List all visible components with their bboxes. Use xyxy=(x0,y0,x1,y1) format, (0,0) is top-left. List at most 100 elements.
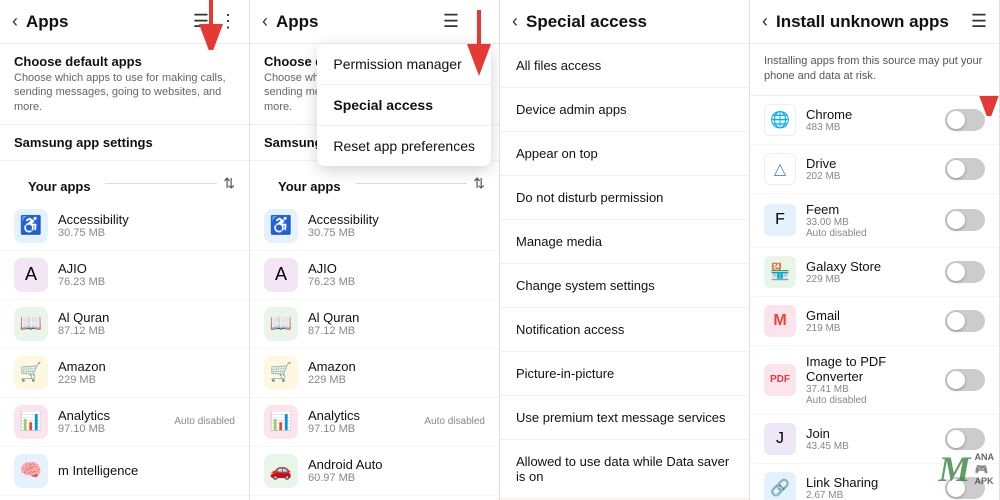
list-item[interactable]: △ Drive 202 MB xyxy=(750,145,999,194)
app-size: 229 MB xyxy=(58,374,235,386)
app-name: Analytics xyxy=(58,408,174,423)
divider-line2 xyxy=(355,183,468,184)
app-info: Gmail 219 MB xyxy=(806,308,945,334)
choose-default-title: Choose default apps xyxy=(14,54,235,69)
analytics-icon2: 📊 xyxy=(264,405,298,439)
app-name: Galaxy Store xyxy=(806,259,945,274)
chrome-toggle[interactable] xyxy=(945,109,985,131)
app-name: AJIO xyxy=(58,261,235,276)
panel2-back-button[interactable]: ‹ xyxy=(262,11,268,32)
list-item[interactable]: A AJIO 76.23 MB xyxy=(0,251,249,300)
list-item[interactable]: F Feem 33.00 MB Auto disabled xyxy=(750,194,999,248)
amazon-icon2: 🛒 xyxy=(264,356,298,390)
reset-app-prefs-item[interactable]: Reset app preferences xyxy=(317,126,491,166)
panel1-sort-icon[interactable]: ☰ xyxy=(193,11,209,32)
manage-media-item[interactable]: Manage media xyxy=(500,220,749,264)
app-info: Link Sharing 2.67 MB xyxy=(806,475,945,500)
choose-default-section[interactable]: Choose default apps Choose which apps to… xyxy=(0,44,249,125)
data-saver-item[interactable]: Allowed to use data while Data saver is … xyxy=(500,440,749,499)
list-item[interactable]: 🤖 Android System Intelligence 116 MB xyxy=(250,496,499,500)
change-system-settings-item[interactable]: Change system settings xyxy=(500,264,749,308)
app-info: Image to PDF Converter 37.41 MB Auto dis… xyxy=(806,354,945,406)
app-name: AJIO xyxy=(308,261,485,276)
premium-sms-item[interactable]: Use premium text message services xyxy=(500,396,749,440)
list-item[interactable]: 🛒 Amazon 229 MB xyxy=(250,349,499,398)
panel1-more-icon[interactable]: ⋮ xyxy=(219,11,237,32)
list-item[interactable]: 🌐 Chrome 483 MB xyxy=(750,96,999,145)
list-item[interactable]: 📊 Analytics 97.10 MB Auto disabled xyxy=(250,398,499,447)
panel2-more-icon[interactable]: ⋮ xyxy=(469,11,487,32)
panel4-search-icon[interactable]: ☰ xyxy=(971,11,987,32)
app-size: 76.23 MB xyxy=(58,276,235,288)
accessibility-icon: ♿ xyxy=(14,209,48,243)
app-size: 60.97 MB xyxy=(308,472,485,484)
panel2-title: Apps xyxy=(276,12,443,32)
all-files-access-item[interactable]: All files access xyxy=(500,44,749,88)
panel1-content: Choose default apps Choose which apps to… xyxy=(0,44,249,500)
app-name: Drive xyxy=(806,156,945,171)
app-name: Feem xyxy=(806,202,945,217)
apps-dropdown-menu: Permission manager Special access Reset … xyxy=(317,44,491,166)
drive-toggle[interactable] xyxy=(945,158,985,180)
list-item[interactable]: 🛒 Amazon 229 MB xyxy=(0,349,249,398)
join-toggle[interactable] xyxy=(945,428,985,450)
list-item[interactable]: 📖 Al Quran 87.12 MB xyxy=(0,300,249,349)
app-info: AJIO 76.23 MB xyxy=(58,261,235,288)
panel3-title: Special access xyxy=(526,12,737,32)
list-item[interactable]: ♿ Accessibility 30.75 MB xyxy=(0,202,249,251)
list-item[interactable]: M Gmail 219 MB xyxy=(750,297,999,346)
app-size: 483 MB xyxy=(806,122,945,133)
list-item[interactable]: 🔗 Link Sharing 2.67 MB xyxy=(750,464,999,500)
feem-toggle[interactable] xyxy=(945,209,985,231)
feem-icon: F xyxy=(764,204,796,236)
install-header-description: Installing apps from this source may put… xyxy=(750,44,999,96)
permission-manager-item[interactable]: Permission manager xyxy=(317,44,491,85)
list-item[interactable]: 🚗 Android Auto 60.97 MB xyxy=(250,447,499,496)
app-name: Accessibility xyxy=(58,212,235,227)
list-item[interactable]: ♿ Accessibility 30.75 MB xyxy=(250,202,499,251)
your-apps-label: Your apps xyxy=(14,169,105,198)
panel4-back-button[interactable]: ‹ xyxy=(762,11,768,32)
auto-disabled-badge: Auto disabled xyxy=(174,416,235,427)
list-item[interactable]: 🌐 Android System WebView xyxy=(0,496,249,500)
app-size: 229 MB xyxy=(806,274,945,285)
app-size: 43.45 MB xyxy=(806,441,945,452)
list-item[interactable]: A AJIO 76.23 MB xyxy=(250,251,499,300)
divider-line xyxy=(105,183,218,184)
app-info: m Intelligence xyxy=(58,463,235,478)
samsung-settings-section[interactable]: Samsung app settings xyxy=(0,125,249,161)
apps-list-1: ♿ Accessibility 30.75 MB A AJIO 76.23 MB… xyxy=(0,202,249,500)
app-info: Accessibility 30.75 MB xyxy=(308,212,485,239)
appear-on-top-item[interactable]: Appear on top xyxy=(500,132,749,176)
gmail-toggle[interactable] xyxy=(945,310,985,332)
pdf-toggle[interactable] xyxy=(945,369,985,391)
list-item[interactable]: 🧠 m Intelligence xyxy=(0,447,249,496)
device-admin-item[interactable]: Device admin apps xyxy=(500,88,749,132)
chrome-icon: 🌐 xyxy=(764,104,796,136)
link-toggle[interactable] xyxy=(945,477,985,499)
list-item[interactable]: 📖 Al Quran 87.12 MB xyxy=(250,300,499,349)
panel2-sort-icon[interactable]: ☰ xyxy=(443,11,459,32)
panel1-back-button[interactable]: ‹ xyxy=(12,11,18,32)
app-size: 2.67 MB xyxy=(806,490,945,500)
app-info: Amazon 229 MB xyxy=(308,359,485,386)
notification-access-item[interactable]: Notification access xyxy=(500,308,749,352)
panel3-content: All files access Device admin apps Appea… xyxy=(500,44,749,500)
ajio-icon: A xyxy=(14,258,48,292)
do-not-disturb-item[interactable]: Do not disturb permission xyxy=(500,176,749,220)
app-size: 87.12 MB xyxy=(58,325,235,337)
app-info: Drive 202 MB xyxy=(806,156,945,182)
panel4-title: Install unknown apps xyxy=(776,12,971,32)
list-item[interactable]: 🏪 Galaxy Store 229 MB xyxy=(750,248,999,297)
list-item[interactable]: PDF Image to PDF Converter 37.41 MB Auto… xyxy=(750,346,999,415)
list-item[interactable]: 📊 Analytics 97.10 MB Auto disabled xyxy=(0,398,249,447)
list-item[interactable]: J Join 43.45 MB xyxy=(750,415,999,464)
galaxy-toggle[interactable] xyxy=(945,261,985,283)
special-access-item[interactable]: Special access xyxy=(317,85,491,126)
panel3-back-button[interactable]: ‹ xyxy=(512,11,518,32)
filter-icon[interactable]: ⇅ xyxy=(223,175,235,192)
app-name: Chrome xyxy=(806,107,945,122)
picture-in-picture-item[interactable]: Picture-in-picture xyxy=(500,352,749,396)
panel-apps-2: ‹ Apps ☰ ⋮ Permission manager Special ac… xyxy=(250,0,500,500)
filter-icon2[interactable]: ⇅ xyxy=(473,175,485,192)
